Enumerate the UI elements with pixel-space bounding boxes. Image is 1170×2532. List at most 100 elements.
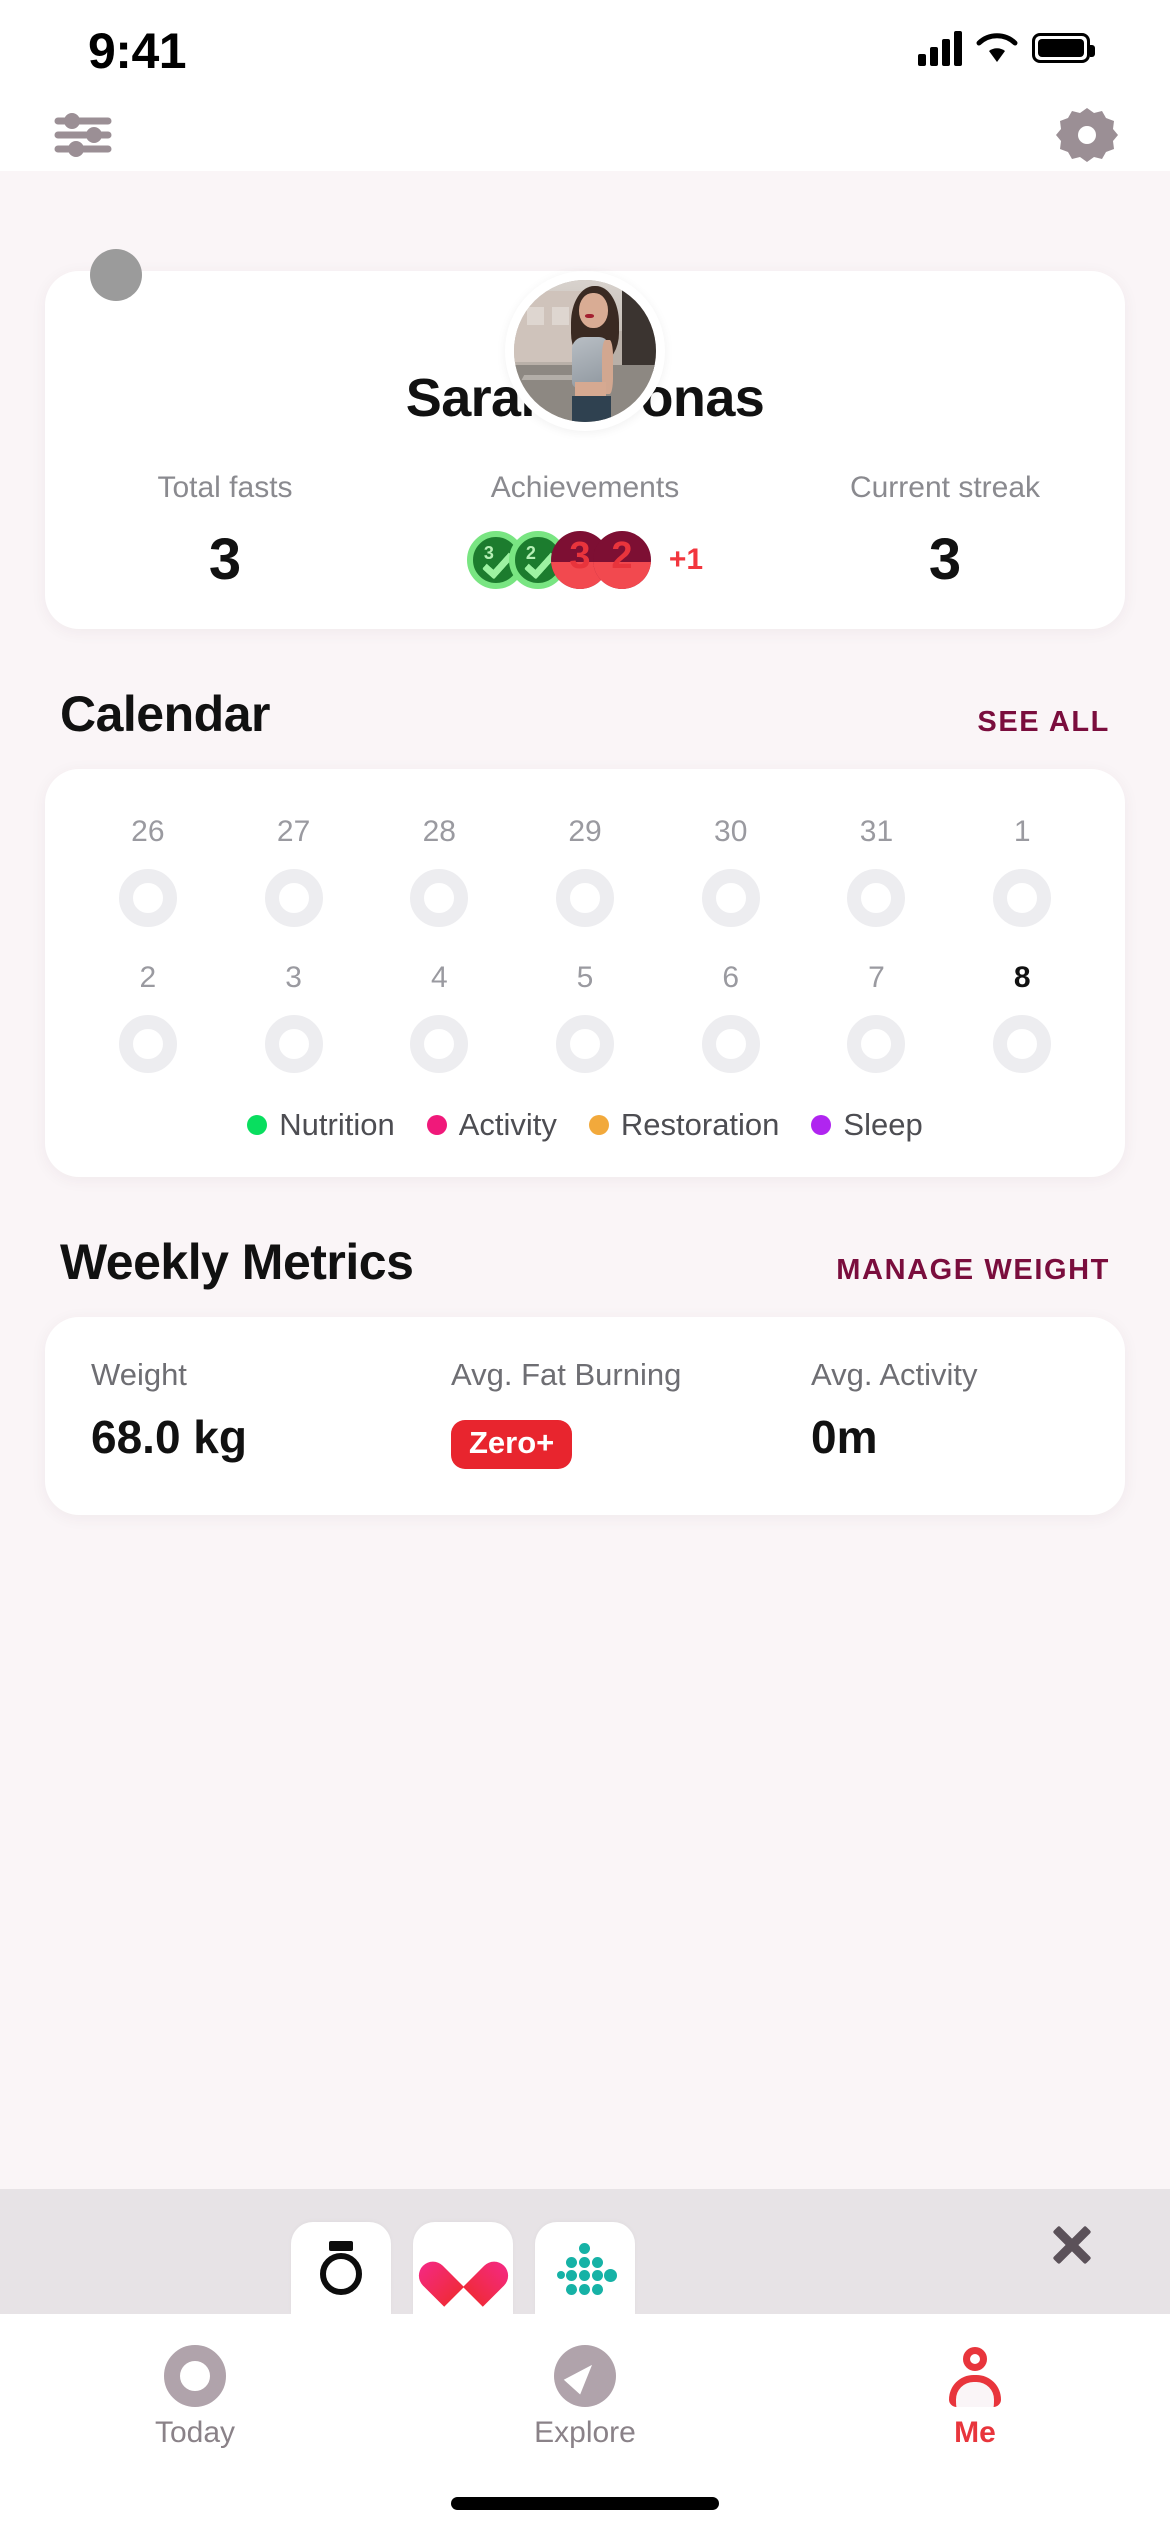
scroll-content: Sarah J Jonas Total fasts 3 Achievements… [0,171,1170,2532]
calendar-day[interactable]: 2 [75,961,221,1073]
legend-item-restoration: Restoration [588,1107,780,1143]
tray-tiles [291,2222,635,2314]
metric-value: 68.0 kg [91,1411,247,1463]
tab-me[interactable]: Me [780,2340,1170,2532]
tray-tile-timer[interactable] [291,2222,391,2314]
day-number: 8 [1013,961,1031,994]
calendar-day[interactable]: 7 [804,961,950,1073]
calendar-day[interactable]: 31 [804,815,950,927]
home-indicator [451,2497,719,2510]
day-ring[interactable] [410,869,469,927]
day-ring[interactable] [264,869,323,927]
stat-value: 3 [928,527,962,592]
badge-number: 2 [611,535,633,577]
day-ring[interactable] [118,1015,177,1073]
sliders-filter-icon[interactable] [52,104,114,166]
achievement-badge-red[interactable]: 2 [592,531,651,589]
day-ring[interactable] [118,869,177,927]
legend-label: Restoration [620,1107,780,1142]
stat-total-fasts: Total fasts 3 [45,471,405,589]
heart-health-icon [436,2243,490,2293]
metric-label: Weight [91,1357,187,1392]
calendar-legend: Nutrition Activity Restoration Sleep [75,1107,1095,1143]
calendar-day[interactable]: 27 [221,815,367,927]
day-number: 30 [714,815,748,848]
user-avatar-photo[interactable] [505,271,665,431]
day-number: 31 [859,815,894,848]
weekly-metrics-header: Weekly Metrics MANAGE WEIGHT [60,1233,1110,1291]
legend-dot-icon [426,1115,447,1135]
day-ring[interactable] [264,1015,323,1073]
status-time: 9:41 [88,23,187,79]
day-ring[interactable] [847,1015,906,1073]
legend-label: Nutrition [279,1107,395,1142]
metric-label: Avg. Activity [811,1357,978,1392]
calendar-card: 26 27 28 29 30 31 1 2 3 4 5 6 7 8 Nutrit… [45,769,1125,1177]
calendar-header: Calendar SEE ALL [60,685,1110,743]
stat-achievements[interactable]: Achievements 3 2 3 2 +1 [405,471,765,589]
me-person-icon [780,2340,1170,2412]
day-ring[interactable] [993,1015,1052,1073]
calendar-day[interactable]: 1 [949,815,1095,927]
day-number: 27 [276,815,311,848]
integrations-tray [0,2189,1170,2314]
close-x-icon[interactable] [1046,2219,1098,2271]
stopwatch-timer-icon [317,2241,365,2295]
day-ring[interactable] [410,1015,469,1073]
calendar-week-row: 26 27 28 29 30 31 1 [75,815,1095,927]
day-ring[interactable] [993,869,1052,927]
metric-value-container: Zero+ [451,1413,765,1469]
day-ring[interactable] [556,869,615,927]
app-screen: 9:41 Sarah Jonas Total fasts 3 Achieveme… [0,0,1170,2532]
calendar-day[interactable]: 6 [658,961,804,1073]
section-title-calendar: Calendar [60,686,270,742]
manage-weight-link[interactable]: MANAGE WEIGHT [836,1254,1110,1287]
calendar-day[interactable]: 4 [366,961,512,1073]
day-number: 3 [285,961,302,994]
legend-dot-icon [588,1115,609,1135]
stat-current-streak: Current streak 3 [765,471,1125,589]
today-circle-icon [0,2340,390,2412]
calendar-day[interactable]: 29 [512,815,658,927]
section-title-weekly-metrics: Weekly Metrics [60,1234,414,1290]
tab-today[interactable]: Today [0,2340,390,2532]
see-all-link[interactable]: SEE ALL [977,706,1110,739]
achievement-badges[interactable]: 3 2 3 2 +1 [405,531,765,589]
day-number: 1 [1013,815,1031,848]
day-ring[interactable] [556,1015,615,1073]
stat-label: Total fasts [157,471,293,504]
calendar-day[interactable]: 3 [221,961,367,1073]
day-number: 28 [422,815,456,848]
day-ring[interactable] [847,869,906,927]
metric-avg-fat-burning: Avg. Fat Burning Zero+ [405,1357,765,1469]
weekly-metrics-card: Weight 68.0 kg Avg. Fat Burning Zero+ Av… [45,1317,1125,1515]
day-number: 5 [576,961,594,994]
legend-label: Sleep [843,1107,923,1142]
calendar-day[interactable]: 30 [658,815,804,927]
day-ring[interactable] [701,869,760,927]
tab-label: Explore [534,2416,636,2449]
legend-item-sleep: Sleep [811,1107,923,1143]
nav-bar [0,98,1170,171]
legend-dot-icon [811,1115,832,1135]
tab-label: Me [954,2416,996,2449]
status-indicators [918,30,1095,66]
gear-settings-icon[interactable] [1054,102,1120,168]
day-number: 6 [722,961,740,994]
tray-tile-fitbit[interactable] [535,2222,635,2314]
status-bar: 9:41 [0,0,1170,98]
calendar-day[interactable]: 28 [366,815,512,927]
fitbit-dots-icon [557,2243,617,2295]
gray-circle-badge[interactable] [90,249,142,301]
legend-item-activity: Activity [426,1107,557,1143]
tray-tile-health[interactable] [413,2222,513,2314]
legend-dot-icon [247,1115,268,1135]
explore-compass-icon [390,2340,780,2412]
status-badge: Zero+ [451,1420,573,1469]
wifi-icon [976,32,1018,64]
day-ring[interactable] [701,1015,760,1073]
calendar-day[interactable]: 26 [75,815,221,927]
calendar-day-today[interactable]: 8 [949,961,1095,1073]
metric-label: Avg. Fat Burning [451,1357,682,1392]
calendar-day[interactable]: 5 [512,961,658,1073]
